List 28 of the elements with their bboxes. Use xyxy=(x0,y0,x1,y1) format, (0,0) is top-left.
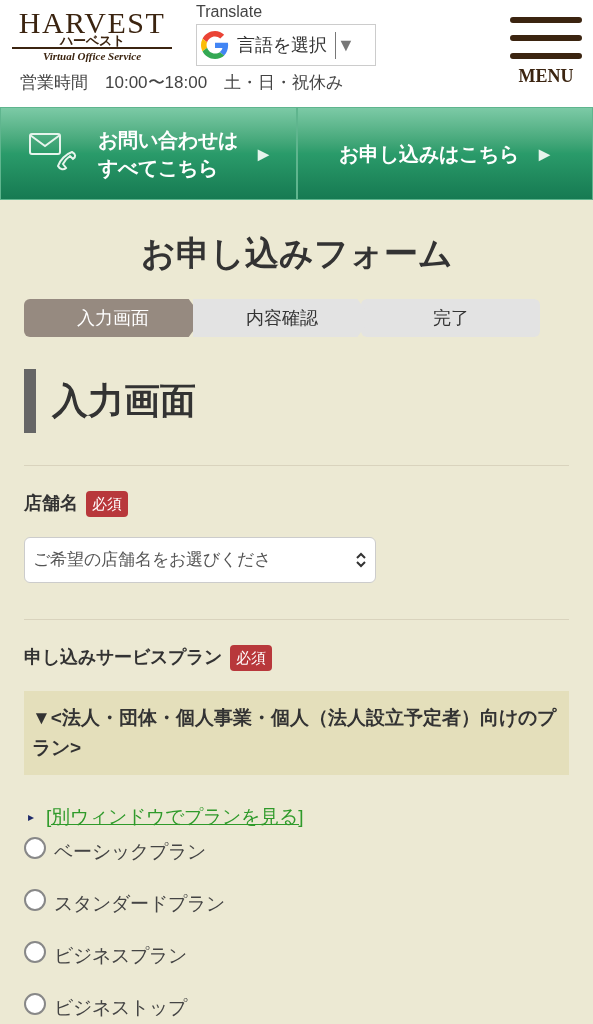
heading-accent-bar xyxy=(24,369,36,433)
radio-button[interactable] xyxy=(24,941,46,963)
google-icon xyxy=(201,31,229,59)
section-heading: 入力画面 xyxy=(52,379,196,423)
field-label: 店舗名 xyxy=(24,492,78,515)
required-badge: 必須 xyxy=(230,644,272,671)
radio-button[interactable] xyxy=(24,837,46,859)
page-title: お申し込みフォーム xyxy=(139,232,454,275)
menu-button[interactable]: MENU xyxy=(509,16,583,86)
bullet-icon: ▸ xyxy=(28,808,34,827)
required-badge: 必須 xyxy=(86,490,128,517)
apply-button[interactable]: お申し込みはこちら ▶ xyxy=(296,107,593,200)
translate-label: Translate xyxy=(196,2,264,22)
radio-button[interactable] xyxy=(24,889,46,911)
radio-button[interactable] xyxy=(24,993,46,1015)
language-select[interactable]: 言語を選択 ▼ xyxy=(196,24,376,66)
radio-label: ベーシックプラン xyxy=(54,839,206,864)
select-value: 言語を選択 xyxy=(237,33,327,57)
radio-label: ビジネストップ xyxy=(54,995,187,1020)
plan-group-heading: ▼<法人・団体・個人事業・個人（法人設立予定者）向けのプラン> xyxy=(24,691,569,775)
store-select[interactable]: ご希望の店舗名をお選びくださ xyxy=(24,537,376,583)
field-label: 申し込みサービスプラン xyxy=(24,646,222,669)
logo[interactable]: HARVEST ハーベスト Virtual Office Service xyxy=(12,8,172,64)
chevron-icon xyxy=(355,551,367,569)
radio-label: ビジネスプラン xyxy=(54,943,187,968)
business-hours: 営業時間 10:00〜18:00 土・日・祝休み xyxy=(20,72,345,94)
radio-label: スタンダードプラン xyxy=(54,891,225,916)
menu-icon xyxy=(510,16,582,62)
